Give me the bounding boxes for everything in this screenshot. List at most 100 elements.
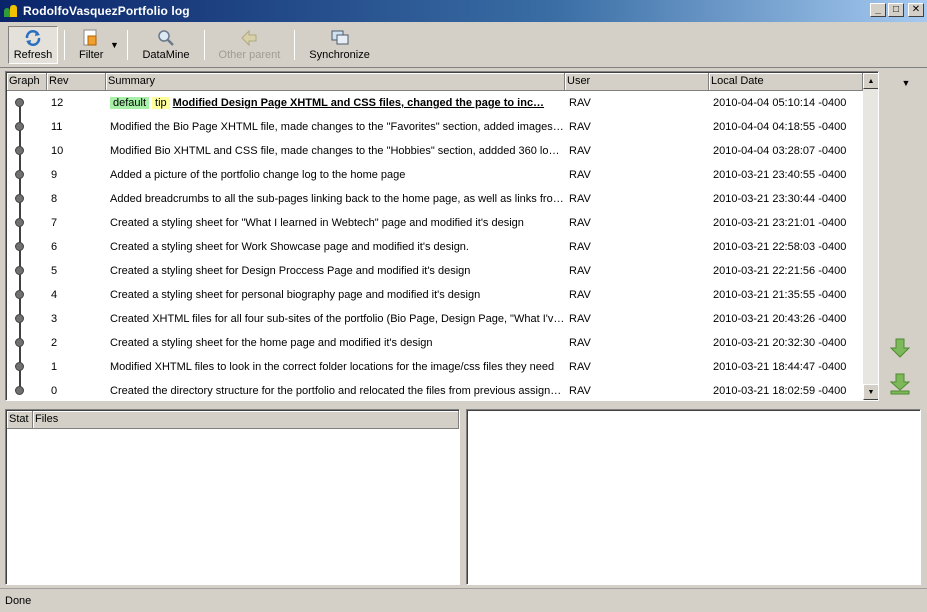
table-row[interactable]: 10 Modified Bio XHTML and CSS file, made…: [7, 139, 863, 163]
revision-node: [15, 194, 24, 203]
other-parent-button[interactable]: Other parent: [211, 26, 289, 64]
status-bar: Done: [0, 588, 927, 612]
column-header-graph[interactable]: Graph: [7, 73, 47, 91]
summary-cell: Created XHTML files for all four sub-sit…: [110, 313, 565, 325]
summary-cell: Added breadcrumbs to all the sub-pages l…: [110, 193, 565, 205]
app-icon: [4, 4, 18, 18]
table-row[interactable]: 0 Created the directory structure for th…: [7, 379, 863, 400]
revision-node: [15, 362, 24, 371]
user-cell: RAV: [569, 121, 591, 133]
table-row[interactable]: 8 Added breadcrumbs to all the sub-pages…: [7, 187, 863, 211]
table-row[interactable]: 5 Created a styling sheet for Design Pro…: [7, 259, 863, 283]
revision-node: [15, 170, 24, 179]
refresh-icon: [23, 29, 43, 47]
table-row[interactable]: 1 Modified XHTML files to look in the co…: [7, 355, 863, 379]
rev-cell: 0: [51, 385, 58, 397]
graph-cell: [7, 211, 47, 235]
table-row[interactable]: 6 Created a styling sheet for Work Showc…: [7, 235, 863, 259]
table-row[interactable]: 2 Created a styling sheet for the home p…: [7, 331, 863, 355]
log-scrollbar[interactable]: ▲ ▼: [863, 73, 878, 400]
table-row[interactable]: 11 Modified the Bio Page XHTML file, mad…: [7, 115, 863, 139]
summary-cell: Created a styling sheet for Design Procc…: [110, 265, 471, 277]
summary-cell: Modified XHTML files to look in the corr…: [110, 361, 555, 373]
refresh-button[interactable]: Refresh: [8, 25, 58, 64]
summary-cell: Added a picture of the portfolio change …: [110, 169, 406, 181]
table-row[interactable]: 12 default tip Modified Design Page XHTML …: [7, 91, 863, 115]
date-cell: 2010-04-04 03:28:07 -0400: [713, 145, 847, 157]
log-options-dropdown-icon[interactable]: ▼: [898, 76, 914, 90]
summary-cell: default tip Modified Design Page XHTML and…: [106, 97, 565, 109]
user-cell: RAV: [569, 337, 591, 349]
revision-node: [15, 242, 24, 251]
datamine-button[interactable]: DataMine: [134, 26, 197, 64]
user-cell: RAV: [569, 169, 591, 181]
graph-cell: [7, 139, 47, 163]
column-header-files[interactable]: Files: [33, 411, 459, 429]
summary-cell: Modified Bio XHTML and CSS file, made ch…: [110, 145, 565, 157]
table-row[interactable]: 3 Created XHTML files for all four sub-s…: [7, 307, 863, 331]
table-row[interactable]: 7 Created a styling sheet for "What I le…: [7, 211, 863, 235]
user-cell: RAV: [569, 313, 591, 325]
rev-cell: 4: [51, 289, 58, 301]
user-cell: RAV: [569, 265, 591, 277]
rev-cell: 1: [51, 361, 58, 373]
column-header-user[interactable]: User: [565, 73, 709, 91]
rev-cell: 8: [51, 193, 58, 205]
filter-label: Filter: [79, 48, 104, 61]
synchronize-button[interactable]: Synchronize: [301, 26, 378, 64]
graph-cell: [7, 235, 47, 259]
scroll-up-button[interactable]: ▲: [863, 73, 878, 89]
filter-dropdown-icon[interactable]: ▼: [107, 30, 121, 60]
synchronize-icon: [330, 29, 350, 47]
scroll-down-button[interactable]: ▼: [863, 384, 878, 400]
graph-cell: [7, 163, 47, 187]
date-cell: 2010-03-21 18:44:47 -0400: [713, 361, 847, 373]
column-header-stat[interactable]: Stat: [7, 411, 33, 429]
other-parent-icon: [239, 29, 259, 47]
graph-cell: [7, 379, 47, 400]
title-bar: RodolfoVasquezPortfolio log _ □ ✕: [0, 0, 927, 22]
filter-icon: [81, 29, 101, 47]
arrow-down-icon[interactable]: [888, 336, 912, 360]
revision-node: [15, 122, 24, 131]
revision-node: [15, 338, 24, 347]
table-row[interactable]: 4 Created a styling sheet for personal b…: [7, 283, 863, 307]
arrow-down-to-bottom-icon[interactable]: [888, 372, 912, 396]
user-cell: RAV: [569, 241, 591, 253]
date-cell: 2010-04-04 04:18:55 -0400: [713, 121, 847, 133]
column-header-summary[interactable]: Summary: [106, 73, 565, 91]
graph-cell: [7, 187, 47, 211]
window-title: RodolfoVasquezPortfolio log: [23, 4, 190, 18]
user-cell: RAV: [569, 193, 591, 205]
filter-button[interactable]: Filter: [71, 26, 111, 64]
date-cell: 2010-03-21 23:21:01 -0400: [713, 217, 847, 229]
graph-cell: [7, 331, 47, 355]
maximize-button[interactable]: □: [888, 3, 904, 17]
revision-node: [15, 218, 24, 227]
table-row[interactable]: 9 Added a picture of the portfolio chang…: [7, 163, 863, 187]
close-button[interactable]: ✕: [908, 3, 924, 17]
date-cell: 2010-03-21 23:40:55 -0400: [713, 169, 847, 181]
column-header-rev[interactable]: Rev: [47, 73, 106, 91]
user-cell: RAV: [569, 361, 591, 373]
column-header-date[interactable]: Local Date: [709, 73, 863, 91]
date-cell: 2010-03-21 20:32:30 -0400: [713, 337, 847, 349]
date-cell: 2010-03-21 18:02:59 -0400: [713, 385, 847, 397]
log-rows: 12 default tip Modified Design Page XHTML …: [7, 91, 863, 400]
other-parent-label: Other parent: [218, 48, 281, 61]
user-cell: RAV: [569, 385, 591, 397]
rev-cell: 3: [51, 313, 58, 325]
changed-files-table: Stat Files: [5, 409, 460, 585]
graph-cell: [7, 259, 47, 283]
rev-cell: 6: [51, 241, 58, 253]
toolbar-separator: [127, 29, 129, 60]
toolbar: Refresh Filter ▼ DataMine Other parent S…: [0, 22, 927, 68]
minimize-button[interactable]: _: [870, 3, 886, 17]
revision-node: [15, 386, 24, 395]
diff-view[interactable]: [466, 409, 921, 585]
user-cell: RAV: [569, 145, 591, 157]
revision-node: [15, 266, 24, 275]
summary-cell: Created a styling sheet for personal bio…: [110, 289, 481, 301]
toolbar-separator: [64, 29, 65, 60]
revision-node: [15, 314, 24, 323]
